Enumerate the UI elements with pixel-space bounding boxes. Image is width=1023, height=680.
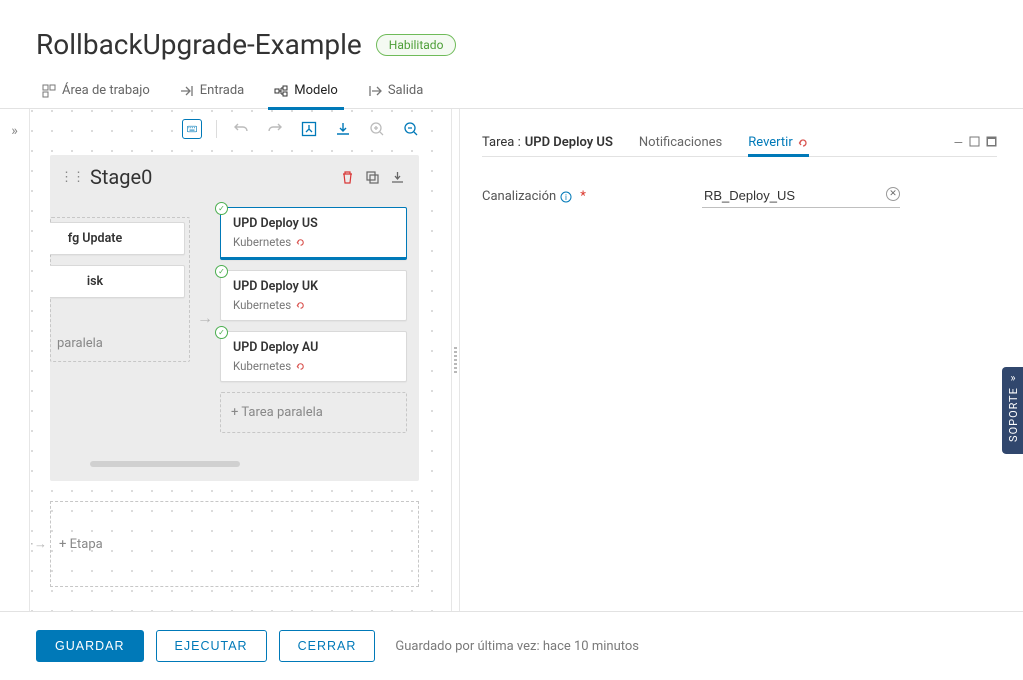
task-type: Kubernetes [233,359,291,373]
status-ok-icon: ✓ [215,326,228,339]
tab-workspace[interactable]: Área de trabajo [42,73,150,109]
tab-revert[interactable]: Revertir [748,135,808,156]
task-card[interactable]: isk [50,265,185,298]
close-button[interactable]: CERRAR [279,630,376,662]
pipeline-input[interactable] [702,185,900,208]
task-name: UPD Deploy AU [233,340,396,355]
duplicate-icon[interactable] [365,170,380,185]
minimize-icon[interactable]: — [954,136,963,150]
fit-icon[interactable] [299,119,319,139]
download-stage-icon[interactable] [390,170,405,185]
tab-label: Área de trabajo [62,83,150,98]
arrow-right-icon: → [196,203,214,433]
task-name: fg Update [50,231,174,246]
save-button[interactable]: GUARDAR [36,630,144,662]
main-tab-bar: Área de trabajo Entrada Modelo Salida [0,73,1023,109]
task-card-upd-deploy-au[interactable]: ✓ UPD Deploy AU Kubernetes [220,331,407,382]
task-type: Kubernetes [233,235,291,249]
clear-input-icon[interactable]: ✕ [886,187,900,201]
workspace-icon [42,84,56,98]
details-panel: Tarea :UPD Deploy US Notificaciones Reve… [460,109,1023,611]
field-label-pipeline: Canalización i * [482,189,702,204]
task-card[interactable]: fg Update [50,222,185,255]
model-icon [274,84,288,98]
parallel-label: Tarea paralela [241,405,322,420]
task-type: Kubernetes [233,298,291,312]
footer-bar: GUARDAR EJECUTAR CERRAR Guardado por últ… [0,611,1023,680]
maximize-icon[interactable] [986,136,997,150]
stage-title: Stage0 [90,165,152,189]
tab-output[interactable]: Salida [368,73,424,109]
support-label: SOPORTE [1007,387,1020,442]
zoom-out-icon[interactable] [401,119,421,139]
redo-icon[interactable] [265,119,285,139]
revert-icon [295,361,306,372]
status-badge: Habilitado [376,34,457,56]
tab-input[interactable]: Entrada [180,73,244,109]
arrow-right-icon: ⋯→ [30,536,47,552]
panel-title: Tarea :UPD Deploy US [482,135,613,156]
drag-handle-icon[interactable]: ⋮⋮ [60,170,84,185]
support-tab[interactable]: SOPORTE » [1002,367,1023,454]
tab-model[interactable]: Modelo [274,73,338,109]
add-parallel-task[interactable]: + Tarea paralela [220,392,407,433]
output-icon [368,84,382,98]
info-icon[interactable]: i [560,191,572,203]
input-icon [180,84,194,98]
canvas-toolbar [178,117,425,141]
task-card-upd-deploy-uk[interactable]: ✓ UPD Deploy UK Kubernetes [220,270,407,321]
expand-left-button[interactable]: » [0,109,30,611]
download-icon[interactable] [333,119,353,139]
task-name: isk [50,274,174,289]
run-button[interactable]: EJECUTAR [156,630,267,662]
last-saved-label: Guardado por última vez: hace 10 minutos [395,639,639,654]
parallel-placeholder-label: paralela [51,336,185,351]
model-canvas[interactable]: ⋮⋮ Stage0 [30,109,460,611]
tab-label: Entrada [200,83,244,98]
revert-icon [295,237,306,248]
zoom-in-icon[interactable] [367,119,387,139]
page-title: RollbackUpgrade-Example [36,28,362,61]
tab-label: Modelo [294,83,338,98]
task-name: UPD Deploy US [233,216,396,231]
revert-icon [295,300,306,311]
add-stage-placeholder[interactable]: ⋯→ + Etapa [50,501,419,587]
vertical-splitter[interactable] [451,109,459,611]
status-ok-icon: ✓ [215,265,228,278]
tab-notifications[interactable]: Notificaciones [639,135,722,156]
chevron-down-icon: » [1010,372,1016,385]
keyboard-icon[interactable] [182,119,202,139]
stage-card[interactable]: ⋮⋮ Stage0 [50,155,419,481]
undo-icon[interactable] [231,119,251,139]
add-stage-label: Etapa [70,537,103,552]
restore-icon[interactable] [969,136,980,150]
task-name: UPD Deploy UK [233,279,396,294]
horizontal-scrollbar[interactable] [90,461,240,467]
tab-label: Salida [388,83,424,98]
task-card-upd-deploy-us[interactable]: ✓ UPD Deploy US Kubernetes [220,207,407,260]
revert-icon [797,137,809,149]
svg-text:i: i [565,193,567,202]
delete-icon[interactable] [340,170,355,185]
status-ok-icon: ✓ [215,202,228,215]
required-asterisk: * [580,189,586,204]
